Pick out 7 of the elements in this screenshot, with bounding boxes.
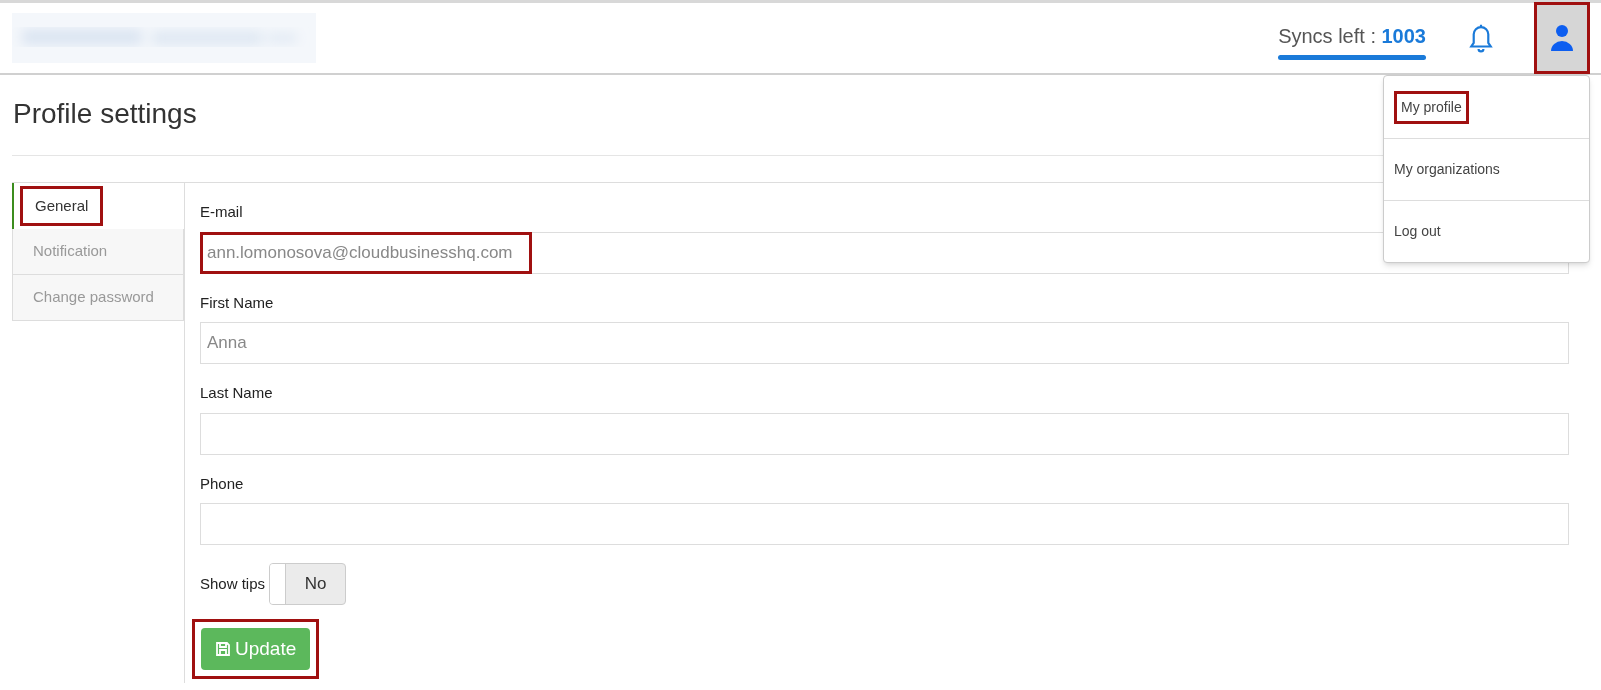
page-title: Profile settings — [13, 97, 197, 131]
field-label: Phone — [200, 473, 244, 494]
field-label: First Name — [200, 292, 274, 313]
highlight-frame: General — [20, 185, 104, 227]
field-label: Last Name — [200, 383, 273, 403]
field-label: E-mail — [200, 202, 243, 222]
field-label: Show tips — [200, 573, 266, 594]
